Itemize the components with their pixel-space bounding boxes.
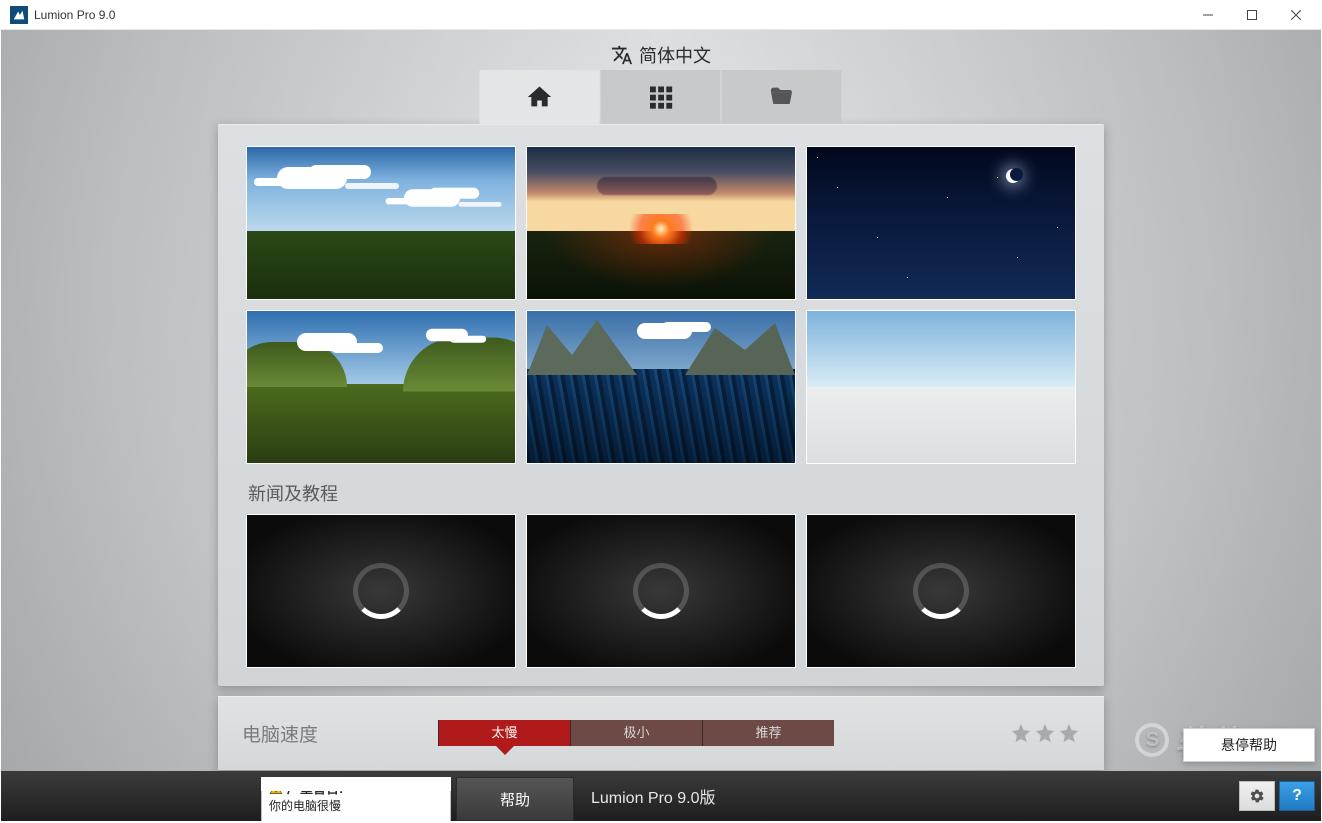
loading-spinner-icon (913, 563, 969, 619)
news-section-title: 新闻及教程 (248, 480, 1080, 506)
scene-plain-sunset[interactable] (526, 146, 796, 300)
maximize-button[interactable] (1230, 1, 1274, 29)
star-icon (1058, 722, 1080, 744)
main-panel: 新闻及教程 (218, 124, 1104, 686)
help-icon-button[interactable]: ? (1279, 781, 1315, 811)
scene-plain-day[interactable] (246, 146, 516, 300)
help-button[interactable]: 帮助 (456, 777, 574, 821)
warning-title: 严重警告! (287, 781, 343, 797)
speed-option-recommended[interactable]: 推荐 (702, 720, 834, 746)
settings-button[interactable] (1239, 781, 1275, 811)
warning-popup: 严重警告! 你的电脑很慢 (261, 777, 451, 821)
news-card[interactable] (246, 514, 516, 668)
loading-spinner-icon (633, 563, 689, 619)
app-icon (10, 6, 28, 24)
scene-grid (242, 146, 1080, 464)
tab-grid[interactable] (601, 70, 721, 124)
scene-hills-day[interactable] (246, 310, 516, 464)
speed-rating-stars (1010, 722, 1080, 744)
star-icon (1010, 722, 1032, 744)
speed-panel: 电脑速度 太慢 极小 推荐 (218, 696, 1104, 770)
language-label: 简体中文 (639, 42, 711, 68)
scene-mountain-water[interactable] (526, 310, 796, 464)
warning-icon (269, 782, 283, 796)
speed-label: 电脑速度 (242, 720, 318, 747)
news-card[interactable] (806, 514, 1076, 668)
minimize-button[interactable] (1186, 1, 1230, 29)
close-button[interactable] (1274, 1, 1318, 29)
window-title: Lumion Pro 9.0 (34, 8, 115, 22)
hover-help-tooltip: 悬停帮助 (1183, 728, 1315, 762)
star-icon (1034, 722, 1056, 744)
scene-empty-white[interactable] (806, 310, 1076, 464)
tab-folder[interactable] (722, 70, 842, 124)
speed-option-too-slow[interactable]: 太慢 (438, 720, 570, 746)
titlebar: Lumion Pro 9.0 (0, 0, 1322, 30)
warning-subtitle: 你的电脑很慢 (269, 799, 443, 813)
loading-spinner-icon (353, 563, 409, 619)
scene-plain-night[interactable] (806, 146, 1076, 300)
tabbar (480, 70, 843, 124)
tab-home[interactable] (480, 70, 600, 124)
speed-tabs: 太慢 极小 推荐 (438, 720, 834, 746)
version-label: Lumion Pro 9.0版 (591, 784, 716, 808)
language-selector[interactable]: 简体中文 (611, 42, 711, 68)
news-card[interactable] (526, 514, 796, 668)
news-grid (242, 514, 1080, 668)
bottombar: Lumion Pro 9.0版 ? (1, 771, 1321, 821)
speed-option-minimal[interactable]: 极小 (570, 720, 702, 746)
